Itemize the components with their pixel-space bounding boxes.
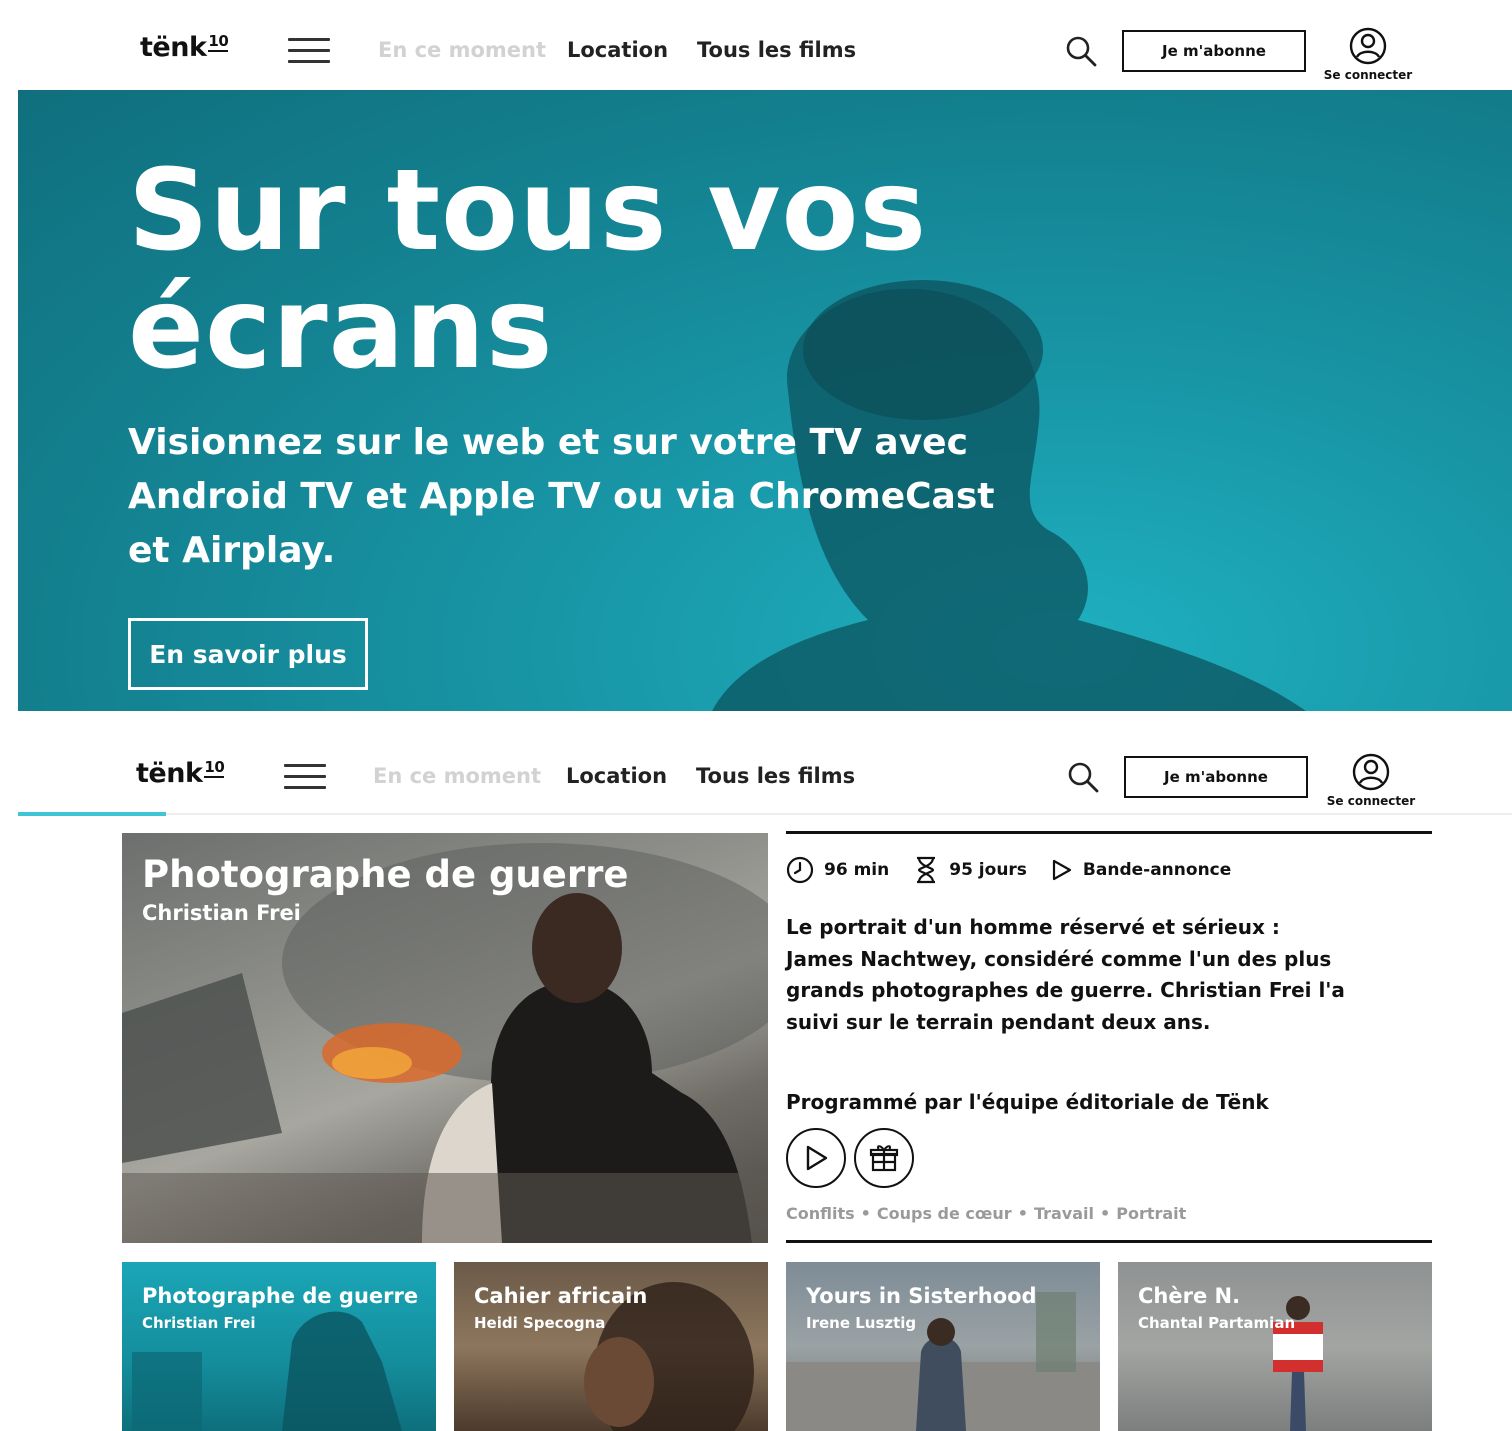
site-header-top: tënk 10 En ce moment Location Tous les fi… (18, 12, 1512, 90)
tag-separator: • (860, 1204, 871, 1223)
tag-separator: • (1017, 1204, 1028, 1223)
learn-more-button[interactable]: En savoir plus (128, 618, 368, 690)
duration-value: 96 min (824, 860, 890, 880)
user-icon (1352, 753, 1390, 791)
logo-badge: 10 (204, 758, 225, 778)
film-card-author: Irene Lusztig (806, 1314, 917, 1332)
play-icon (1052, 859, 1072, 881)
trailer-link[interactable]: Bande-annonce (1051, 858, 1231, 882)
tenk-logo[interactable]: tënk 10 (140, 32, 229, 63)
film-meta: 96 min 95 jours Bande-annonce (786, 856, 1255, 884)
programmed-by: Programmé par l'équipe éditoriale de Tën… (786, 1090, 1269, 1114)
nav-location[interactable]: Location (566, 764, 667, 788)
tenk-logo[interactable]: tënk 10 (136, 758, 225, 789)
film-card-title: Photographe de guerre (142, 1284, 419, 1308)
nav-en-ce-moment[interactable]: En ce moment (378, 38, 546, 62)
film-card[interactable]: Yours in Sisterhood Irene Lusztig (786, 1262, 1100, 1431)
gift-icon (869, 1145, 899, 1172)
site-header-bottom: tënk 10 En ce moment Location Tous les fi… (18, 738, 1512, 816)
play-button[interactable] (786, 1128, 846, 1188)
film-card[interactable]: Chère N. Chantal Partamian (1118, 1262, 1432, 1431)
login-button[interactable]: Se connecter (1321, 752, 1421, 810)
subscribe-button[interactable]: Je m'abonne (1124, 756, 1308, 798)
hero-subtitle: Visionnez sur le web et sur votre TV ave… (128, 422, 995, 571)
logo-text: tënk (140, 32, 207, 63)
carousel-progress-indicator (18, 812, 166, 816)
divider-top (786, 831, 1432, 834)
film-card-title: Yours in Sisterhood (806, 1284, 1037, 1308)
availability: 95 jours (913, 856, 1027, 884)
menu-icon[interactable] (288, 38, 330, 64)
hourglass-icon (917, 856, 936, 884)
tag-portrait[interactable]: Portrait (1116, 1204, 1186, 1223)
clock-icon (786, 856, 814, 884)
film-card-author: Chantal Partamian (1138, 1314, 1296, 1332)
film-card-author: Christian Frei (142, 1314, 256, 1332)
film-card-title: Cahier africain (474, 1284, 648, 1308)
hero-banner: Sur tous vos écrans Visionnez sur le web… (18, 90, 1512, 711)
film-card[interactable]: Cahier africain Heidi Specogna (454, 1262, 768, 1431)
login-button[interactable]: Se connecter (1318, 26, 1418, 84)
gift-button[interactable] (854, 1128, 914, 1188)
menu-icon[interactable] (284, 764, 326, 790)
tag-coups-de-coeur[interactable]: Coups de cœur (877, 1204, 1012, 1223)
tag-separator: • (1099, 1204, 1111, 1223)
feature-film-image[interactable]: Photographe de guerre Christian Frei (122, 833, 768, 1243)
feature-title: Photographe de guerre (142, 853, 629, 896)
film-card-title: Chère N. (1138, 1284, 1241, 1308)
divider-bottom (786, 1240, 1432, 1243)
film-card-author: Heidi Specogna (474, 1314, 606, 1332)
search-icon[interactable] (1066, 760, 1100, 794)
nav-tous-les-films[interactable]: Tous les films (696, 764, 855, 788)
search-icon[interactable] (1064, 34, 1098, 68)
duration: 96 min (786, 856, 889, 884)
nav-location[interactable]: Location (567, 38, 668, 62)
feature-author: Christian Frei (142, 901, 301, 925)
login-label: Se connecter (1326, 794, 1416, 808)
nav-en-ce-moment[interactable]: En ce moment (373, 764, 541, 788)
availability-value: 95 jours (949, 860, 1027, 880)
carousel-progress-track (18, 813, 1512, 815)
tag-travail[interactable]: Travail (1034, 1204, 1094, 1223)
film-card[interactable]: Photographe de guerre Christian Frei (122, 1262, 436, 1431)
hero-title: Sur tous vos écrans (128, 146, 928, 394)
login-label: Se connecter (1323, 68, 1413, 82)
logo-text: tënk (136, 758, 203, 789)
user-icon (1349, 27, 1387, 65)
nav-tous-les-films[interactable]: Tous les films (697, 38, 856, 62)
subscribe-button[interactable]: Je m'abonne (1122, 30, 1306, 72)
tag-conflits[interactable]: Conflits (786, 1204, 855, 1223)
film-description: Le portrait d'un homme réservé et sérieu… (786, 915, 1345, 1034)
logo-badge: 10 (208, 32, 229, 52)
play-icon (806, 1145, 828, 1171)
trailer-label: Bande-annonce (1082, 860, 1232, 880)
film-tags: Conflits • Coups de cœur • Travail • Portrait (786, 1204, 1186, 1223)
